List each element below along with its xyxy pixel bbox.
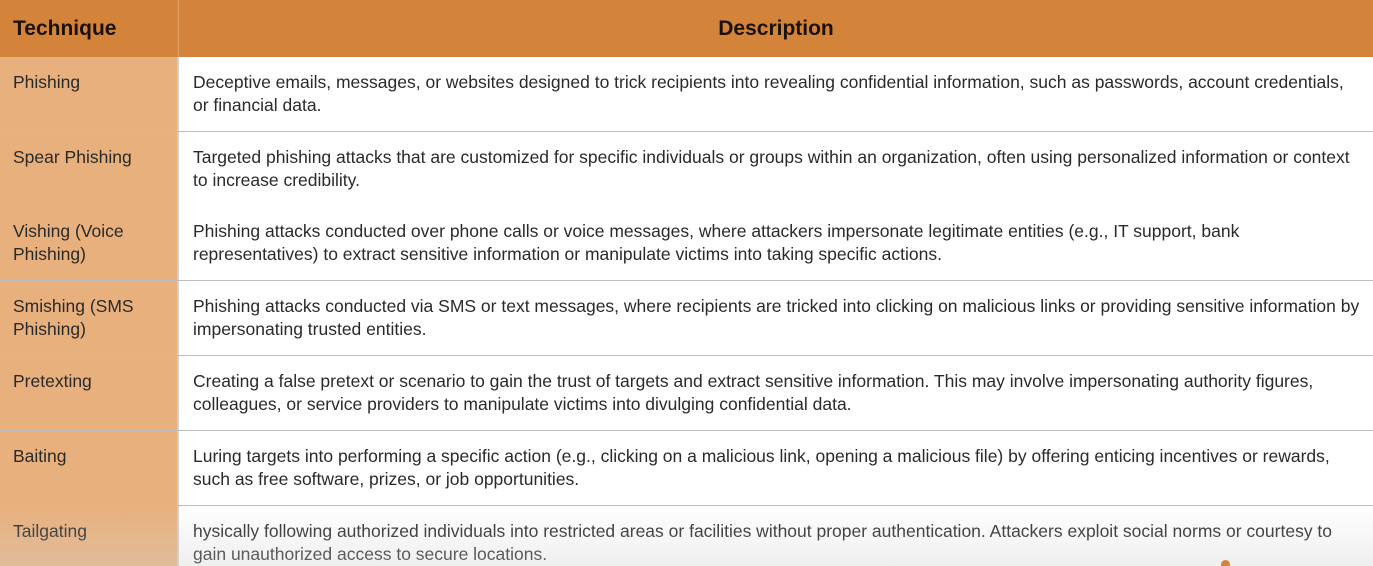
techniques-table: Technique Description Phishing Deceptive… [0,0,1373,566]
description-cell: Phishing attacks conducted via SMS or te… [179,281,1373,355]
description-cell: Deceptive emails, messages, or websites … [179,57,1373,131]
table-row: Vishing (Voice Phishing) Phishing attack… [0,206,1373,281]
table-row: Baiting Luring targets into performing a… [0,431,1373,506]
table-row: Spear Phishing Targeted phishing attacks… [0,132,1373,207]
technique-cell: Smishing (SMS Phishing) [0,281,179,355]
technique-cell: Phishing [0,57,179,131]
table-row: Pretexting Creating a false pretext or s… [0,356,1373,431]
technique-cell: Tailgating [0,506,179,566]
description-cell: Phishing attacks conducted over phone ca… [179,206,1373,280]
table-row: Tailgating hysically following authorize… [0,506,1373,566]
cursor-dot-icon [1221,560,1230,566]
technique-cell: Baiting [0,431,179,505]
description-cell: Luring targets into performing a specifi… [179,431,1373,505]
table-row: Smishing (SMS Phishing) Phishing attacks… [0,281,1373,356]
header-description: Description [718,16,834,40]
table-row: Phishing Deceptive emails, messages, or … [0,57,1373,132]
description-cell: hysically following authorized individua… [179,506,1373,566]
description-cell: Targeted phishing attacks that are custo… [179,132,1373,206]
table-header-row: Technique Description [0,0,1373,59]
technique-cell: Pretexting [0,356,179,430]
description-cell: Creating a false pretext or scenario to … [179,356,1373,430]
technique-cell: Spear Phishing [0,132,179,206]
header-technique: Technique [0,0,179,57]
technique-cell: Vishing (Voice Phishing) [0,206,179,280]
